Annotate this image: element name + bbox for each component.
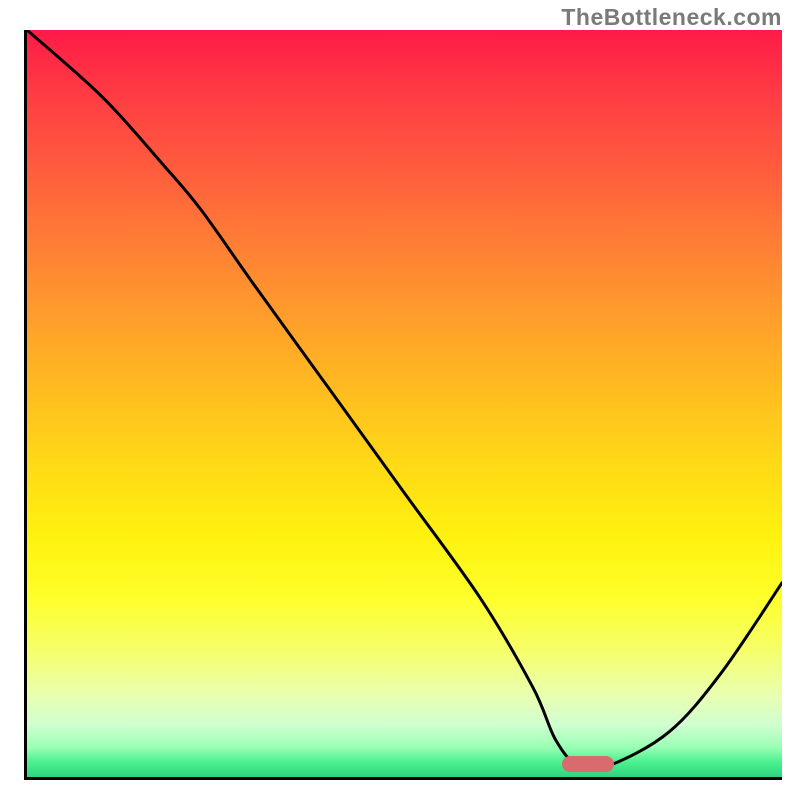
chart-plot-area <box>24 30 782 780</box>
watermark-text: TheBottleneck.com <box>561 4 782 31</box>
optimal-range-marker <box>562 756 614 772</box>
bottleneck-curve <box>27 30 782 777</box>
